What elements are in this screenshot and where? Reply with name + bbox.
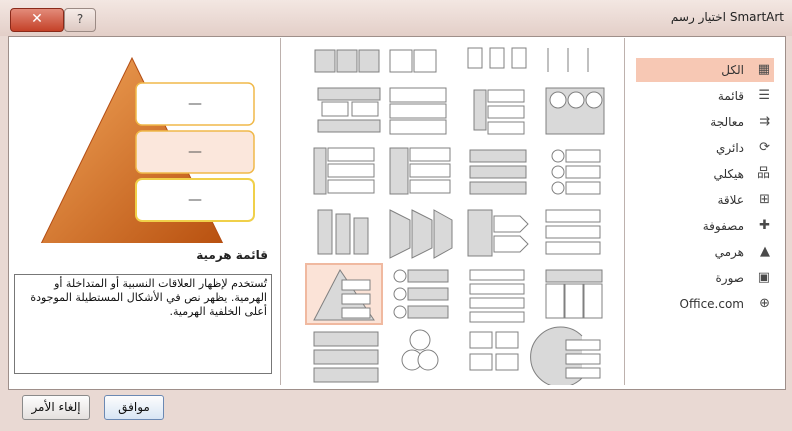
- category-item[interactable]: ▦ الكل: [636, 58, 774, 82]
- layout-thumb[interactable]: [314, 49, 380, 73]
- pyramid-icon: ▲: [760, 244, 770, 259]
- layout-gallery: [282, 38, 625, 385]
- list-icon: ☰: [758, 88, 770, 103]
- layout-thumb[interactable]: [473, 89, 525, 135]
- layout-thumb[interactable]: [547, 48, 589, 72]
- cancel-button[interactable]: إلغاء الأمر: [22, 395, 90, 420]
- preview-pane: — — — قائمة هرمية تُستخدم لإظهار العلاقا…: [10, 38, 281, 385]
- window-title: اختيار رسم SmartArt: [670, 10, 784, 24]
- category-label: Office.com: [679, 297, 744, 311]
- help-button[interactable]: ?: [64, 8, 96, 32]
- globe-icon: ⊕: [759, 296, 770, 311]
- category-label: هيكلي: [713, 167, 744, 181]
- preview-graphic: — — —: [40, 56, 255, 243]
- layout-thumb[interactable]: [317, 87, 381, 133]
- layout-thumb[interactable]: [389, 87, 447, 135]
- category-item[interactable]: ⊕ Office.com: [636, 292, 774, 316]
- category-label: مصفوفة: [702, 219, 744, 233]
- category-item[interactable]: ✚ مصفوفة: [636, 214, 774, 238]
- picture-icon: ▣: [757, 270, 770, 285]
- layout-thumb[interactable]: [393, 269, 449, 319]
- category-label: علاقة: [717, 193, 745, 207]
- category-label: الكل: [721, 63, 744, 77]
- category-item[interactable]: ⊞ علاقة: [636, 188, 774, 212]
- category-label: قائمة: [717, 89, 744, 103]
- preview-title: قائمة هرمية: [196, 248, 268, 262]
- layout-thumb[interactable]: [401, 329, 439, 371]
- preview-description: تُستخدم لإظهار العلاقات النسبية أو المتد…: [14, 274, 272, 374]
- category-label: صورة: [715, 271, 744, 285]
- category-item[interactable]: ▲ هرمي: [636, 240, 774, 264]
- category-label: معالجة: [710, 115, 744, 129]
- layout-thumbnails: [305, 47, 605, 385]
- category-item[interactable]: ▣ صورة: [636, 266, 774, 290]
- layout-thumb[interactable]: [317, 209, 369, 255]
- layout-thumb[interactable]: [545, 87, 605, 135]
- preview-box-1-text: —: [188, 96, 202, 112]
- layout-thumb[interactable]: [551, 149, 601, 195]
- layout-thumb-selected[interactable]: [305, 263, 383, 325]
- category-label: هرمي: [714, 245, 744, 259]
- category-item[interactable]: ⇉ معالجة: [636, 110, 774, 134]
- category-label: دائري: [715, 141, 744, 155]
- layout-thumb[interactable]: [389, 147, 451, 195]
- layout-thumb[interactable]: [545, 209, 601, 255]
- close-button[interactable]: ✕: [10, 8, 64, 32]
- layout-thumb[interactable]: [313, 331, 379, 383]
- ok-button[interactable]: موافق: [104, 395, 164, 420]
- process-icon: ⇉: [759, 114, 770, 129]
- layout-thumb[interactable]: [389, 209, 453, 259]
- layout-thumb[interactable]: [467, 47, 527, 69]
- category-item[interactable]: ⟳ دائري: [636, 136, 774, 160]
- layout-thumb[interactable]: [469, 149, 527, 195]
- preview-box-2-text: —: [188, 144, 202, 160]
- smartart-dialog: ✕ ? اختيار رسم SmartArt — — — قائمة هرمي…: [0, 0, 792, 431]
- layout-thumb[interactable]: [530, 326, 601, 385]
- cycle-icon: ⟳: [759, 140, 770, 155]
- relationship-icon: ⊞: [759, 192, 770, 207]
- hierarchy-icon: 品: [756, 166, 770, 181]
- layout-thumb[interactable]: [545, 269, 603, 319]
- layout-thumb[interactable]: [467, 209, 529, 257]
- grid-icon: ▦: [757, 62, 770, 77]
- layout-thumb[interactable]: [469, 269, 525, 323]
- layout-thumb[interactable]: [389, 49, 437, 73]
- category-item[interactable]: ☰ قائمة: [636, 84, 774, 108]
- category-list: ▦ الكل ☰ قائمة ⇉ معالجة ⟳ دائري 品 هيكلي ⊞ علاقة ✚ مصف…: [626, 38, 782, 385]
- matrix-icon: ✚: [759, 218, 770, 233]
- category-item[interactable]: 品 هيكلي: [636, 162, 774, 186]
- layout-thumb[interactable]: [313, 147, 375, 195]
- title-bar: ✕ ? اختيار رسم SmartArt: [0, 0, 792, 36]
- preview-box-3-text: —: [188, 192, 202, 208]
- layout-thumb[interactable]: [469, 331, 519, 371]
